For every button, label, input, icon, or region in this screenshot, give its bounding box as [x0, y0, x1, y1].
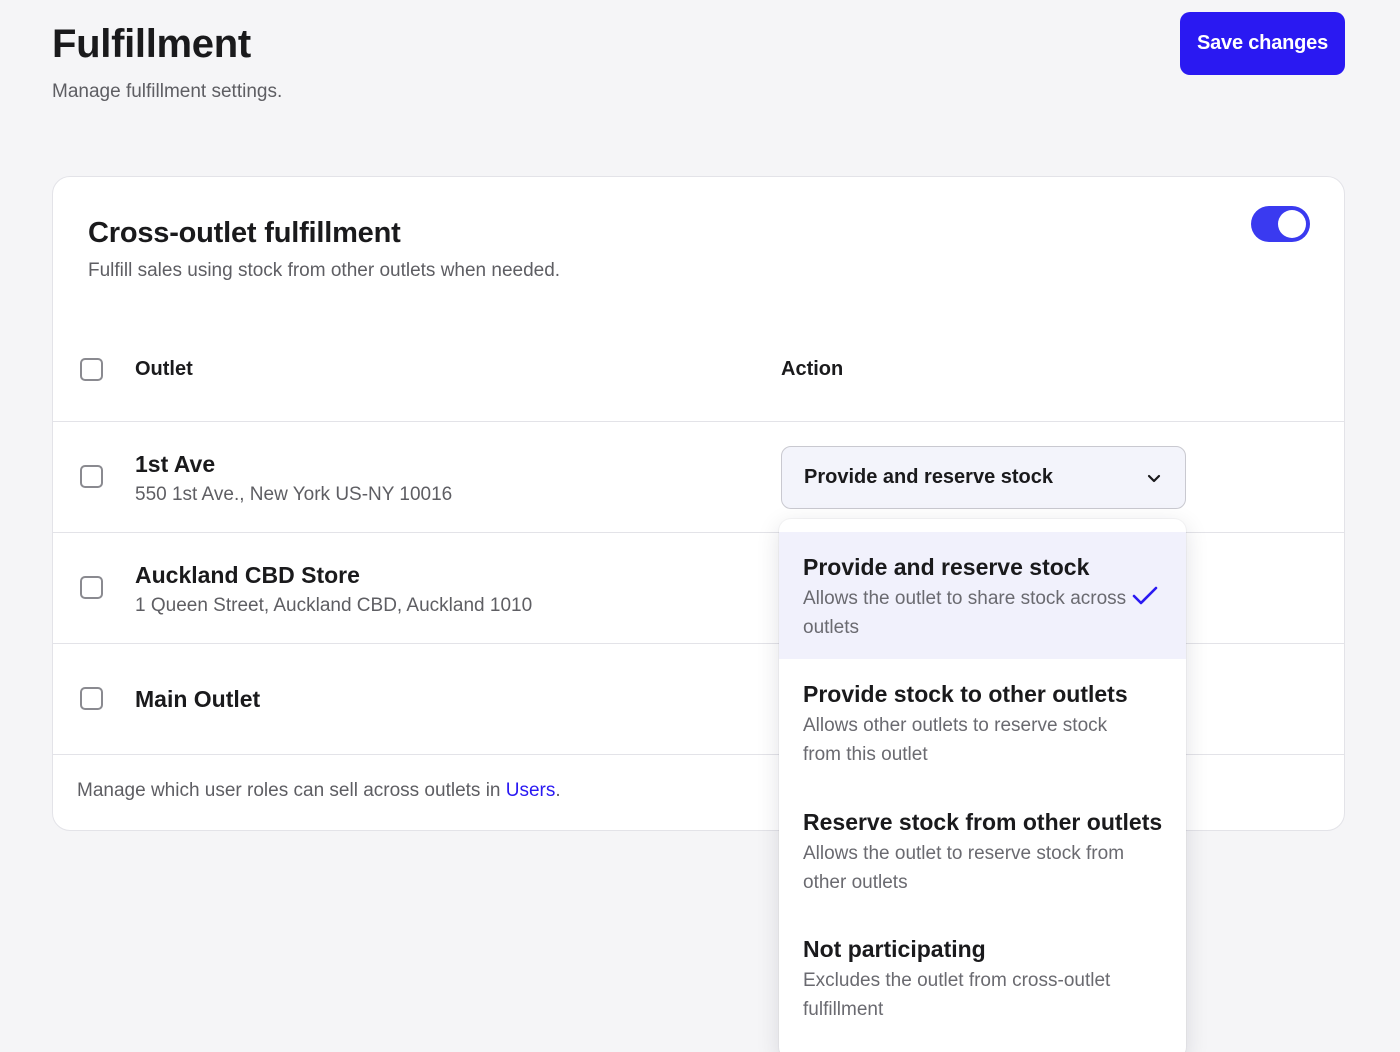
outlet-name: Main Outlet [135, 686, 261, 712]
select-all-checkbox[interactable] [80, 358, 103, 381]
action-select-value: Provide and reserve stock [804, 466, 1054, 488]
cross-outlet-toggle[interactable] [1251, 206, 1310, 242]
option-title: Provide stock to other outlets [803, 681, 1128, 707]
footer-note: Manage which user roles can sell across … [77, 780, 561, 802]
card-title: Cross-outlet fulfillment [88, 217, 401, 249]
card-subtitle: Fulfill sales using stock from other out… [88, 260, 561, 281]
outlet-name: Auckland CBD Store [135, 562, 360, 588]
check-icon [1132, 586, 1158, 605]
dropdown-option-not-participating[interactable]: Not participating Excludes the outlet fr… [779, 914, 1186, 1041]
fulfillment-page: Fulfillment Manage fulfillment settings.… [0, 0, 1400, 1052]
outlet-address: 1 Queen Street, Auckland CBD, Auckland 1… [135, 595, 533, 616]
toggle-knob [1278, 210, 1306, 238]
column-header-action: Action [781, 358, 844, 380]
option-title: Provide and reserve stock [803, 554, 1090, 580]
option-title: Not participating [803, 936, 986, 962]
row-checkbox[interactable] [80, 576, 103, 599]
option-description: Allows the outlet to reserve stock from … [803, 843, 1125, 893]
table-row: 1st Ave 550 1st Ave., New York US-NY 100… [53, 422, 1344, 533]
page-subtitle: Manage fulfillment settings. [52, 81, 283, 102]
outlet-name: 1st Ave [135, 451, 216, 477]
option-description: Allows the outlet to share stock across … [803, 588, 1127, 638]
table-header: Outlet Action [53, 327, 1344, 421]
users-link[interactable]: Users [506, 780, 556, 801]
dropdown-option-reserve-stock[interactable]: Reserve stock from other outlets Allows … [779, 787, 1186, 914]
row-checkbox[interactable] [80, 465, 103, 488]
action-select[interactable]: Provide and reserve stock [781, 446, 1186, 509]
option-description: Excludes the outlet from cross-outlet fu… [803, 970, 1111, 1020]
column-header-outlet: Outlet [135, 358, 193, 380]
chevron-down-icon [1147, 474, 1161, 483]
footer-note-text: Manage which user roles can sell across … [77, 780, 506, 801]
dropdown-option-provide-stock[interactable]: Provide stock to other outlets Allows ot… [779, 659, 1186, 786]
action-dropdown-menu: Provide and reserve stock Allows the out… [779, 519, 1186, 1052]
outlet-address: 550 1st Ave., New York US-NY 10016 [135, 484, 453, 505]
page-title: Fulfillment [52, 22, 251, 66]
save-changes-button[interactable]: Save changes [1180, 12, 1345, 75]
option-description: Allows other outlets to reserve stock fr… [803, 715, 1108, 765]
dropdown-option-provide-and-reserve[interactable]: Provide and reserve stock Allows the out… [779, 532, 1186, 659]
row-checkbox[interactable] [80, 687, 103, 710]
footer-note-period: . [555, 780, 561, 801]
option-title: Reserve stock from other outlets [803, 809, 1163, 835]
